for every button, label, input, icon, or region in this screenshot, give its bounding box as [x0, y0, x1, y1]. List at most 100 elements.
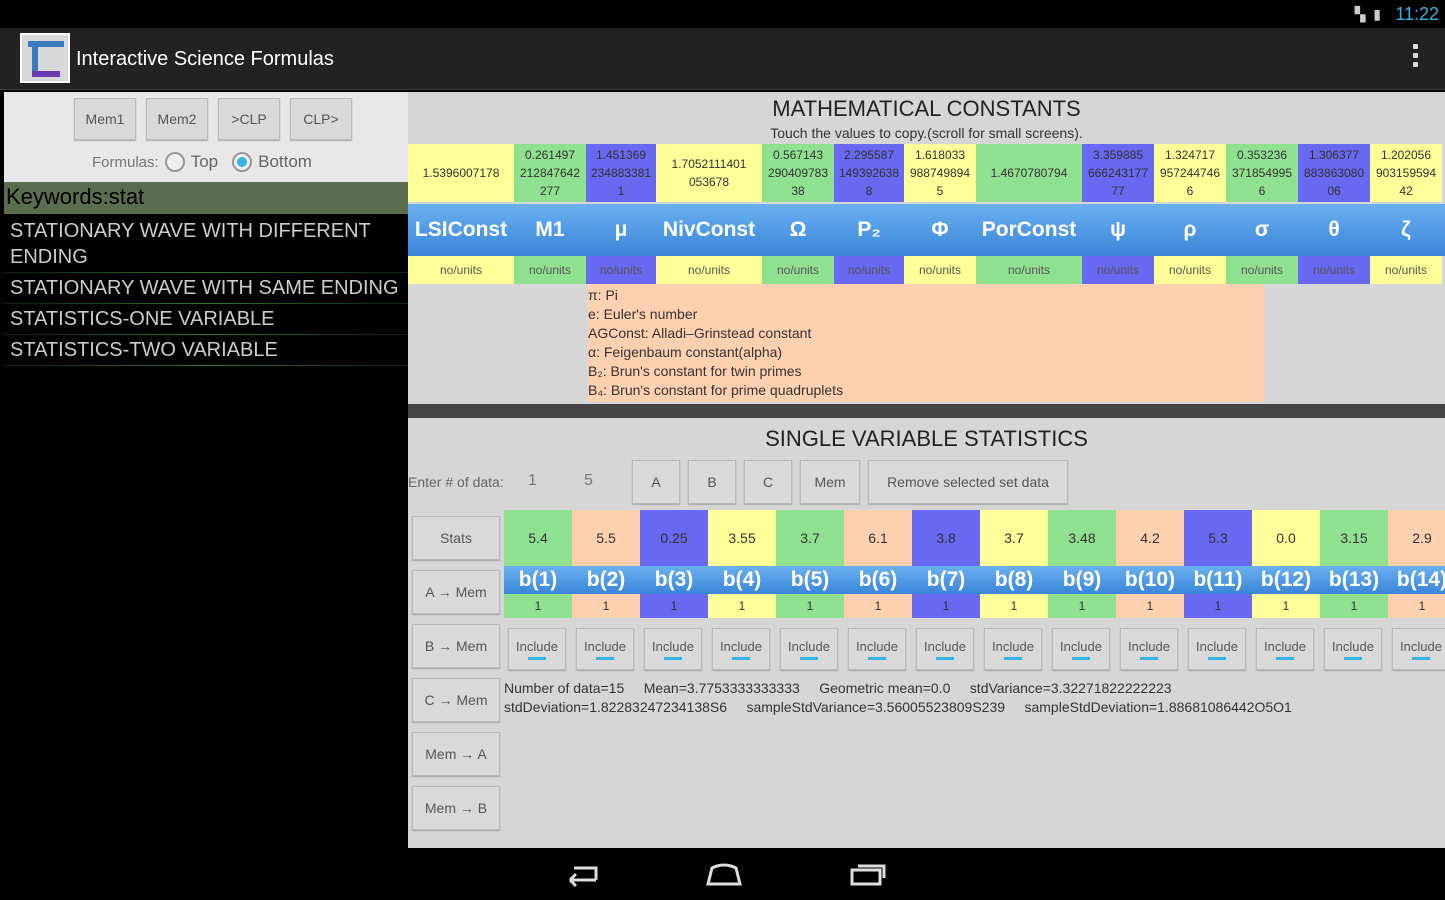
constant-value[interactable]: 1.4670780794	[976, 144, 1082, 202]
stat-value[interactable]: 5.5	[572, 510, 640, 566]
constant-value[interactable]: 0.567143 290409783 38	[762, 144, 834, 202]
constant-value[interactable]: 1.202056 903159594 42	[1370, 144, 1442, 202]
constant-symbol: M1	[535, 218, 565, 241]
right-panel: MATHEMATICAL CONSTANTS Touch the values …	[408, 92, 1445, 848]
b-count: 1	[1320, 594, 1388, 618]
mem-to-a-button[interactable]: Mem → A	[412, 732, 500, 776]
b-labels-row: b(1) 1 b(2) 1 b(3) 1 b(4) 1 b(5) 1 b(6) 1 b(7) 1 b(8) 1…	[504, 566, 1445, 622]
app-title: Interactive Science Formulas	[76, 48, 334, 70]
set-b-button[interactable]: B	[688, 460, 736, 504]
constant-value[interactable]: 1.451369 234883381 1	[586, 144, 656, 202]
include-button[interactable]: Include	[1256, 628, 1314, 670]
b-label: b(6)	[844, 566, 912, 594]
stat-value[interactable]: 0.0	[1252, 510, 1320, 566]
bottom-radio[interactable]	[232, 152, 253, 172]
include-indicator	[528, 656, 546, 660]
home-icon[interactable]	[704, 860, 744, 888]
stat-value[interactable]: 3.7	[776, 510, 844, 566]
stat-value[interactable]: 4.2	[1116, 510, 1184, 566]
constant-unit: no/units	[1226, 256, 1298, 284]
stats-button[interactable]: Stats	[412, 516, 500, 560]
include-button[interactable]: Include	[1120, 628, 1178, 670]
include-label: Include	[1060, 638, 1102, 654]
b-column: b(14) 1	[1388, 566, 1445, 622]
back-icon[interactable]	[560, 860, 600, 888]
mem1-button[interactable]: Mem1	[74, 98, 136, 140]
formulas-position-row: Formulas: Top Bottom	[92, 152, 312, 172]
stat-value[interactable]: 5.4	[504, 510, 572, 566]
include-button[interactable]: Include	[1392, 628, 1445, 670]
mem2-button[interactable]: Mem2	[146, 98, 208, 140]
stat-value[interactable]: 5.3	[1184, 510, 1252, 566]
include-button[interactable]: Include	[848, 628, 906, 670]
include-button[interactable]: Include	[508, 628, 566, 670]
section-divider	[408, 404, 1445, 418]
constant-value[interactable]: 1.618033 988749894 5	[904, 144, 976, 202]
include-button[interactable]: Include	[644, 628, 702, 670]
data-start-field[interactable]: 1	[528, 472, 537, 490]
constant-value[interactable]: 1.5396007178	[408, 144, 514, 202]
result-item[interactable]: STATISTICS-ONE VARIABLE	[4, 304, 408, 335]
constant-unit: no/units	[762, 256, 834, 284]
c-to-mem-button[interactable]: C → Mem	[412, 678, 500, 722]
set-mem-button[interactable]: Mem	[800, 460, 860, 504]
b-count: 1	[1048, 594, 1116, 618]
constant-symbol: NivConst	[662, 218, 756, 241]
constant-value[interactable]: 1.7052111401 053678	[656, 144, 762, 202]
to-clipboard-button[interactable]: >CLP	[218, 98, 280, 140]
include-button[interactable]: Include	[984, 628, 1042, 670]
constant-value[interactable]: 1.306377 883863080 06	[1298, 144, 1370, 202]
constant-value[interactable]: 1.324717 957244746 6	[1154, 144, 1226, 202]
include-button[interactable]: Include	[780, 628, 838, 670]
stat-value[interactable]: 3.8	[912, 510, 980, 566]
b-label: b(14)	[1388, 566, 1445, 594]
stat-value[interactable]: 3.48	[1048, 510, 1116, 566]
remove-set-data-button[interactable]: Remove selected set data	[868, 460, 1068, 504]
signal-battery-icon: ▚ ▮	[1354, 6, 1383, 22]
constant-unit: no/units	[656, 256, 762, 284]
include-button[interactable]: Include	[1324, 628, 1382, 670]
stat-value[interactable]: 3.7	[980, 510, 1048, 566]
from-clipboard-button[interactable]: CLP>	[290, 98, 352, 140]
overflow-menu-icon[interactable]	[1411, 44, 1419, 74]
b-column: b(7) 1	[912, 566, 980, 622]
set-a-button[interactable]: A	[632, 460, 680, 504]
stat-value[interactable]: 3.15	[1320, 510, 1388, 566]
include-label: Include	[652, 638, 694, 654]
stat-value[interactable]: 3.55	[708, 510, 776, 566]
set-c-button[interactable]: C	[744, 460, 792, 504]
constant-value[interactable]: 0.353236 371854995 6	[1226, 144, 1298, 202]
stat-value[interactable]: 2.9	[1388, 510, 1445, 566]
result-item[interactable]: STATIONARY WAVE WITH DIFFERENT ENDING	[4, 216, 408, 273]
include-button[interactable]: Include	[1188, 628, 1246, 670]
include-label: Include	[1128, 638, 1170, 654]
b-to-mem-button[interactable]: B → Mem	[412, 624, 500, 668]
include-label: Include	[856, 638, 898, 654]
keywords-input[interactable]: Keywords:stat	[4, 182, 408, 214]
constant-value[interactable]: 3.359885 666243177 77	[1082, 144, 1154, 202]
constant-unit: no/units	[586, 256, 656, 284]
constants-title: MATHEMATICAL CONSTANTS	[772, 96, 1081, 121]
include-button[interactable]: Include	[576, 628, 634, 670]
a-to-mem-button[interactable]: A → Mem	[412, 570, 500, 614]
constant-value[interactable]: 0.261497 212847642 277	[514, 144, 586, 202]
include-button[interactable]: Include	[1052, 628, 1110, 670]
summary-line: stdDeviation=1.82283247234138S6 sampleSt…	[504, 699, 1292, 715]
app-logo-icon	[20, 33, 70, 83]
left-controls: Mem1 Mem2 >CLP CLP> Formulas: Top Bottom	[4, 92, 408, 182]
include-indicator	[1072, 656, 1090, 660]
constant-value[interactable]: 2.295587 149392638 8	[834, 144, 904, 202]
data-count-field[interactable]: 5	[584, 472, 593, 490]
result-item[interactable]: STATIONARY WAVE WITH SAME ENDING	[4, 273, 408, 304]
include-indicator	[1344, 656, 1362, 660]
b-column: b(11) 1	[1184, 566, 1252, 622]
recent-apps-icon[interactable]	[848, 860, 888, 888]
top-radio[interactable]	[164, 152, 185, 172]
include-button[interactable]: Include	[916, 628, 974, 670]
stat-value[interactable]: 0.25	[640, 510, 708, 566]
mem-to-b-button[interactable]: Mem → B	[412, 786, 500, 830]
result-item[interactable]: STATISTICS-TWO VARIABLE	[4, 335, 408, 366]
constant-symbol: Ω	[789, 218, 807, 241]
stat-value[interactable]: 6.1	[844, 510, 912, 566]
include-button[interactable]: Include	[712, 628, 770, 670]
